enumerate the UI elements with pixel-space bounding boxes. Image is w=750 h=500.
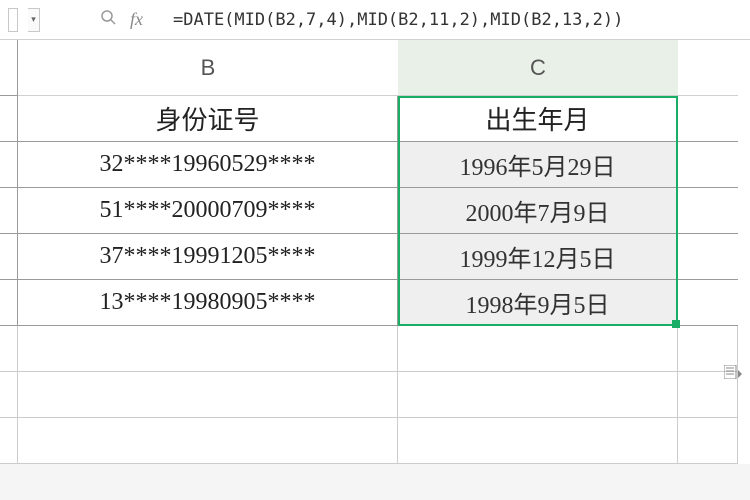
cell-id[interactable]: 13****19980905**** — [18, 280, 398, 326]
row-header[interactable] — [0, 280, 18, 326]
row-header[interactable] — [0, 188, 18, 234]
cell-dob[interactable]: 2000年7月9日 — [398, 188, 678, 234]
cell-id[interactable]: 51****20000709**** — [18, 188, 398, 234]
cell[interactable] — [18, 326, 398, 372]
cell[interactable] — [678, 280, 738, 326]
cell[interactable] — [398, 372, 678, 418]
column-header-c[interactable]: C — [398, 40, 678, 96]
corner-cell[interactable] — [0, 40, 18, 96]
paste-options-icon[interactable] — [724, 365, 742, 382]
formula-bar: ▾ fx — [0, 0, 750, 40]
row-header[interactable] — [0, 234, 18, 280]
search-icon[interactable] — [100, 9, 116, 30]
cell-dob[interactable]: 1999年12月5日 — [398, 234, 678, 280]
header-id[interactable]: 身份证号 — [18, 96, 398, 142]
name-box-dropdown[interactable]: ▾ — [28, 8, 40, 32]
cell[interactable] — [398, 326, 678, 372]
cell[interactable] — [678, 142, 738, 188]
cell[interactable] — [678, 418, 738, 464]
table-row: 32****19960529**** 1996年5月29日 — [0, 142, 750, 188]
formula-input[interactable] — [167, 7, 742, 33]
row-header[interactable] — [0, 418, 18, 464]
cell[interactable] — [18, 372, 398, 418]
table-row: 51****20000709**** 2000年7月9日 — [0, 188, 750, 234]
spreadsheet-grid: B C 身份证号 出生年月 32****19960529**** 1996年5月… — [0, 40, 750, 464]
table-row: 13****19980905**** 1998年9月5日 — [0, 280, 750, 326]
row-header[interactable] — [0, 142, 18, 188]
empty-rows — [0, 326, 750, 464]
table-row: 37****19991205**** 1999年12月5日 — [0, 234, 750, 280]
row-header[interactable] — [0, 96, 18, 142]
table-header-row: 身份证号 出生年月 — [0, 96, 750, 142]
cell-id[interactable]: 37****19991205**** — [18, 234, 398, 280]
column-header-b[interactable]: B — [18, 40, 398, 96]
header-dob[interactable]: 出生年月 — [398, 96, 678, 142]
cell[interactable] — [678, 96, 738, 142]
cell[interactable] — [18, 418, 398, 464]
cell[interactable] — [678, 234, 738, 280]
name-box[interactable] — [8, 8, 18, 32]
column-header-d[interactable] — [678, 40, 738, 96]
cell[interactable] — [398, 418, 678, 464]
column-header-row: B C — [0, 40, 750, 96]
cell-dob[interactable]: 1996年5月29日 — [398, 142, 678, 188]
cell[interactable] — [678, 188, 738, 234]
fx-label[interactable]: fx — [130, 9, 143, 30]
cell-id[interactable]: 32****19960529**** — [18, 142, 398, 188]
row-header[interactable] — [0, 372, 18, 418]
cell-dob[interactable]: 1998年9月5日 — [398, 280, 678, 326]
row-header[interactable] — [0, 326, 18, 372]
